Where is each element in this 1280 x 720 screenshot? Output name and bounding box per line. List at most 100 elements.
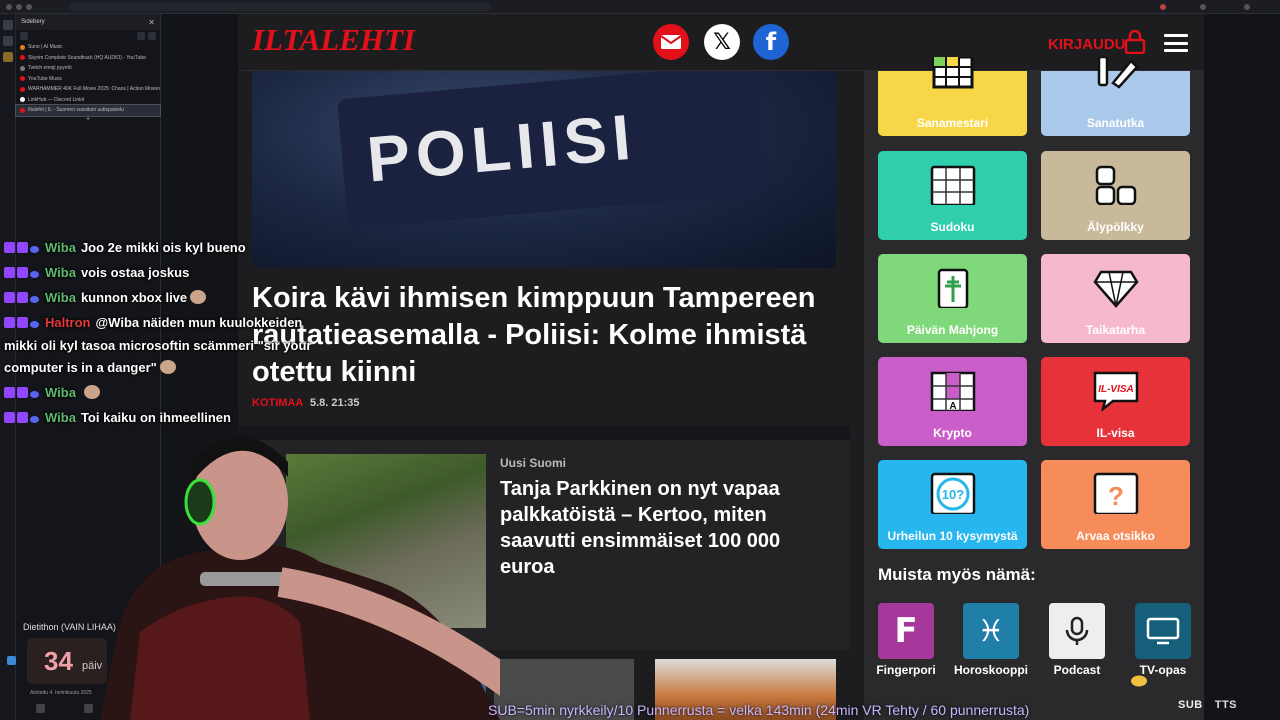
game-tile-label: Krypto	[933, 426, 972, 440]
sidebery-tab-label: Twitch emoji pyyntö	[28, 65, 72, 72]
chat-badge-icon	[17, 412, 28, 423]
fingerpori-glyph: F	[894, 611, 918, 651]
game-tile[interactable]: Sudoku	[878, 151, 1027, 240]
chat-username[interactable]: Haltron	[45, 315, 91, 330]
krypto-letter: A	[949, 401, 956, 411]
chat-username[interactable]: Wiba	[45, 290, 76, 305]
x-share-button[interactable]: 𝕏	[704, 24, 740, 60]
pisces-icon[interactable]: ♓	[963, 603, 1019, 659]
hamburger-menu-icon[interactable]	[1164, 34, 1188, 52]
bookmark-icon[interactable]	[3, 36, 13, 46]
game-tile[interactable]: Sanamestari	[878, 55, 1027, 136]
search-icon[interactable]	[137, 32, 145, 40]
game-tile[interactable]: Älypölkky	[1041, 151, 1190, 240]
game-tile[interactable]: ? Arvaa otsikko	[1041, 460, 1190, 549]
reload-icon[interactable]	[26, 4, 32, 10]
chat-badge-icon	[4, 242, 15, 253]
game-tile-label: Sanamestari	[916, 116, 989, 130]
chat-text: Toi kaiku on ihmeellinen	[80, 410, 231, 425]
streamer-webcam	[100, 437, 500, 720]
chat-badge-icon	[4, 292, 15, 303]
question-icon: ?	[1093, 468, 1139, 516]
favicon-icon	[20, 44, 25, 50]
sidebery-tab-label: YouTube Music	[28, 75, 63, 82]
chat-badge-icon	[17, 317, 28, 328]
chat-badge-icon	[30, 391, 39, 398]
tv-icon[interactable]	[1135, 603, 1191, 659]
game-tile[interactable]: Päivän Mahjong	[878, 254, 1027, 343]
chat-text: @Wiba näiden mun kuulokkeiden	[95, 315, 303, 330]
fingerpori-icon[interactable]: F	[878, 603, 934, 659]
panel-icon[interactable]	[3, 20, 13, 30]
upload-icon[interactable]	[7, 656, 16, 665]
site-header: ILTALEHTI 𝕏 f KIRJAUDU	[238, 14, 1204, 71]
close-window-icon[interactable]	[1244, 4, 1250, 10]
sidebery-title: Sidebery	[21, 19, 45, 25]
blocks-icon	[1093, 159, 1139, 206]
chat-username[interactable]: Wiba	[45, 410, 76, 425]
hero-meta: KOTIMAA 5.8. 21:35	[252, 397, 360, 409]
game-tile-label: Taikatarha	[1085, 323, 1146, 337]
chat-username[interactable]: Wiba	[45, 385, 76, 400]
iltalehti-logo[interactable]: ILTALEHTI	[252, 22, 415, 58]
hero-category[interactable]: KOTIMAA	[252, 397, 303, 409]
article-headline[interactable]: Tanja Parkkinen on nyt vapaa palkkatöist…	[500, 476, 830, 580]
sidebery-tab[interactable]: Iltalehti | IL - Suomen suosituin uutisp…	[15, 104, 161, 117]
email-share-button[interactable]	[653, 24, 689, 60]
back-icon[interactable]	[6, 4, 12, 10]
chat-message: Wiba Toi kaiku on ihmeellinen	[4, 410, 231, 425]
sidebery-tab[interactable]: WARHAMMER 40K Full Movie 2025: Chaos | A…	[16, 84, 160, 95]
sidebery-tab[interactable]: Skyrim Complete Soundtrack (HQ AUDIO) - …	[16, 53, 160, 64]
microphone-icon[interactable]	[1049, 603, 1105, 659]
game-tile[interactable]: IL-VISA IL-visa	[1041, 357, 1190, 446]
folder-icon[interactable]	[3, 52, 13, 62]
game-tile[interactable]: A Krypto	[878, 357, 1027, 446]
mahjong-icon	[930, 262, 976, 310]
favicon-icon	[20, 55, 25, 61]
forward-icon[interactable]	[16, 4, 22, 10]
facebook-share-button[interactable]: f	[753, 24, 789, 60]
extension-icon[interactable]	[1160, 4, 1166, 10]
question-mark-text: ?	[1108, 481, 1124, 511]
chat-emote-icon	[159, 360, 176, 374]
game-tile[interactable]: Sanatutka	[1041, 55, 1190, 136]
menu-icon[interactable]	[1200, 4, 1206, 10]
hero-image[interactable]: POLIISI	[252, 71, 836, 268]
user-lock-icon[interactable]	[1124, 30, 1146, 54]
game-tile-label: Päivän Mahjong	[906, 323, 999, 337]
sidebery-tab[interactable]: LinkHub — Discord Linkit	[16, 95, 160, 106]
app-label[interactable]: Fingerpori	[866, 663, 946, 677]
add-icon[interactable]	[84, 704, 93, 713]
panel-settings-icon[interactable]	[20, 32, 28, 40]
sidebery-tab-label: Suno | AI Music	[28, 44, 63, 51]
game-tile[interactable]: 10? Urheilun 10 kysymystä	[878, 460, 1027, 549]
url-bar[interactable]	[70, 3, 490, 11]
sidebery-tab[interactable]: Twitch emoji pyyntö	[16, 63, 160, 74]
pencil-icon	[1093, 55, 1139, 103]
favicon-icon	[20, 65, 25, 71]
game-tile[interactable]: Taikatarha	[1041, 254, 1190, 343]
game-tile-label: IL-visa	[1096, 426, 1135, 440]
settings-icon[interactable]	[148, 32, 156, 40]
app-label[interactable]: Podcast	[1037, 663, 1117, 677]
chat-message: mikki oli kyl tasoa microsoftin scämmeri…	[4, 338, 311, 353]
crossword-icon: A	[930, 365, 976, 413]
trash-icon[interactable]	[36, 704, 45, 713]
favicon-icon	[20, 107, 25, 113]
new-tab-button[interactable]: +	[16, 116, 160, 123]
chat-username[interactable]: Wiba	[45, 265, 76, 280]
login-link[interactable]: KIRJAUDU	[1048, 36, 1126, 53]
chat-message: Wiba vois ostaa joskus	[4, 265, 189, 280]
sub-tts-label: SUB TTS	[1178, 699, 1237, 711]
hero-headline[interactable]: Koira kävi ihmisen kimppuun Tampereen ra…	[252, 280, 832, 391]
close-icon[interactable]: ✕	[148, 18, 155, 27]
chat-badge-icon	[17, 267, 28, 278]
sidebery-tab[interactable]: Suno | AI Music	[16, 42, 160, 53]
chat-username[interactable]: Wiba	[45, 240, 76, 255]
sidebery-tab[interactable]: YouTube Music	[16, 74, 160, 85]
widget-day-count: 34	[44, 646, 73, 676]
app-label[interactable]: Horoskooppi	[951, 663, 1031, 677]
favicon-icon	[20, 97, 25, 103]
sidebery-tab-label: Iltalehti | IL - Suomen suosituin uutisp…	[28, 107, 124, 114]
chat-text: computer is in a danger"	[4, 360, 157, 375]
